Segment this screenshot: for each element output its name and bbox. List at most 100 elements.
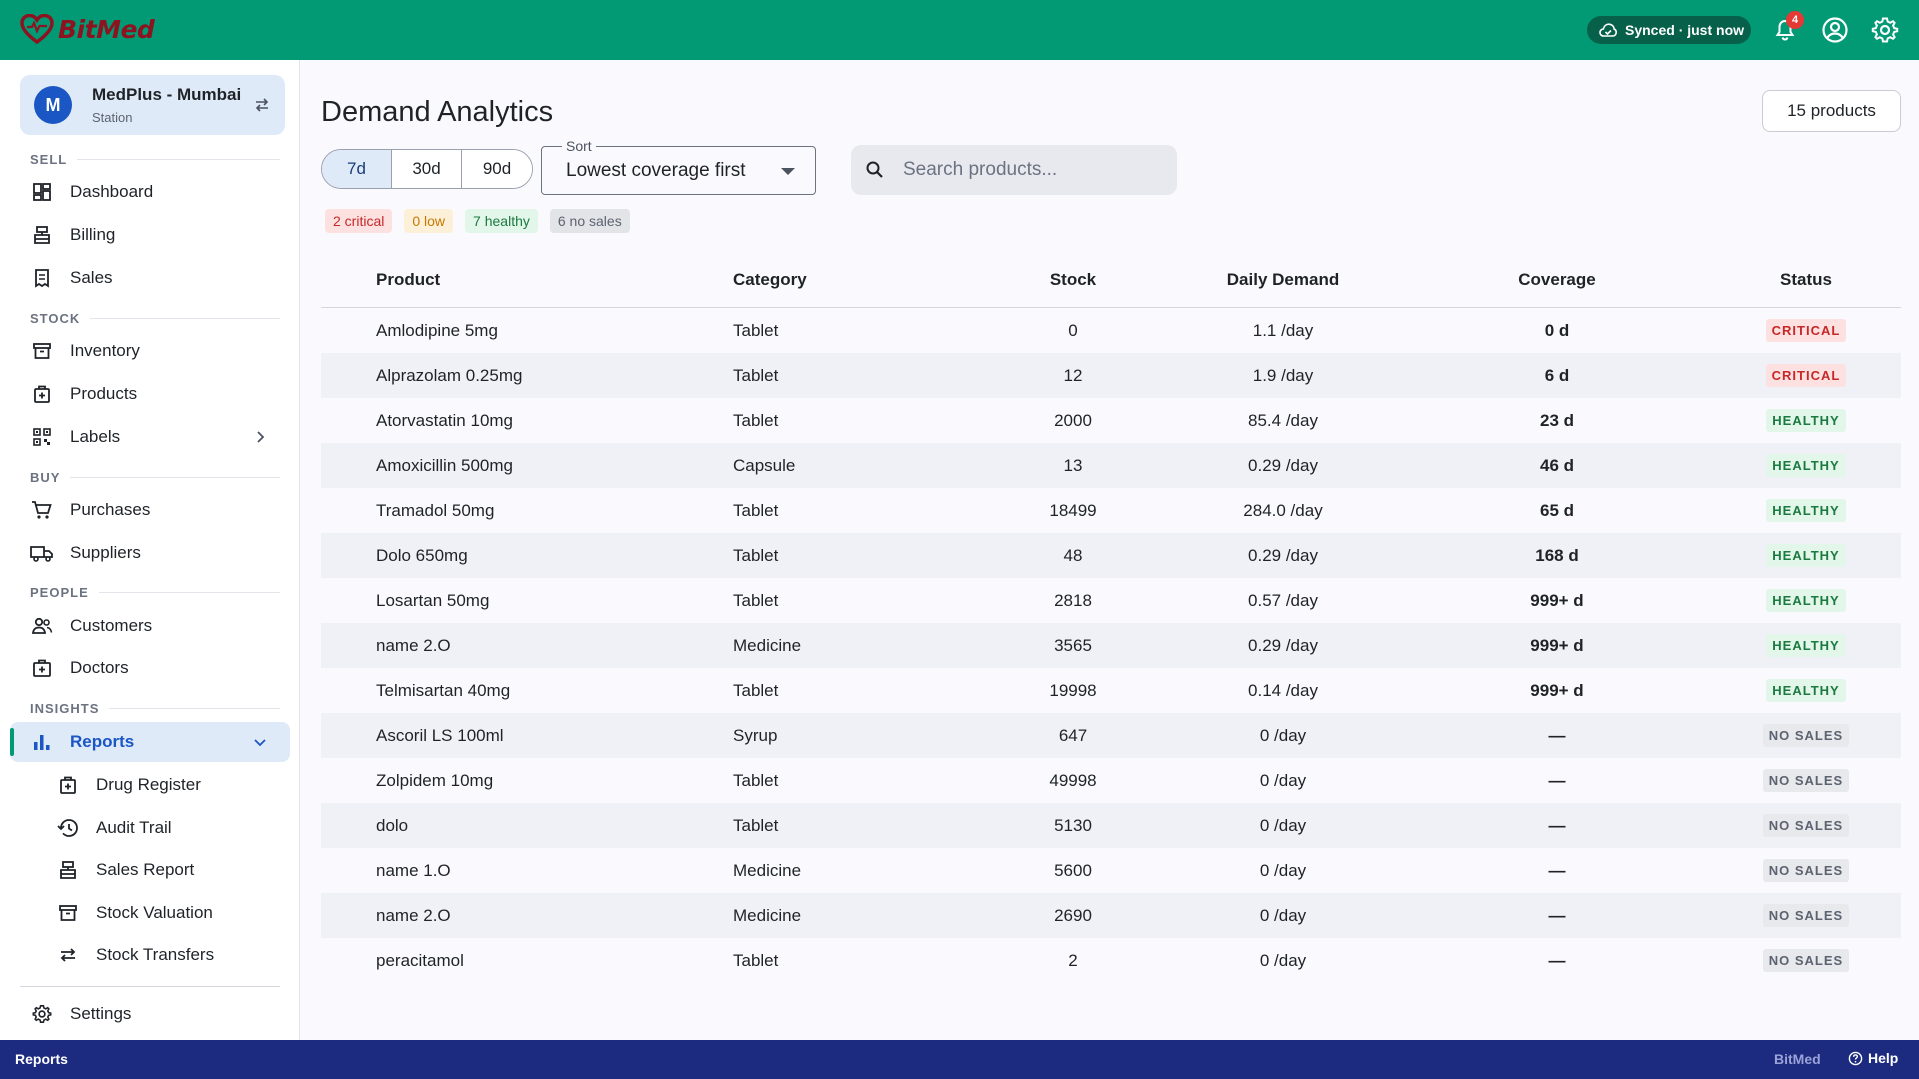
- category-cell: Capsule: [733, 455, 796, 475]
- help-circle-icon: [1848, 1051, 1863, 1065]
- coverage-cell: —: [1548, 905, 1566, 925]
- inventory-box-icon: [30, 339, 54, 363]
- daily-demand-cell: 85.4 /day: [1248, 410, 1318, 430]
- station-name: MedPlus - Mumbai: [92, 85, 242, 104]
- status-badge: HEALTHY: [1766, 634, 1846, 657]
- daily-demand-cell: 0.57 /day: [1248, 590, 1318, 610]
- sidebar-item-stock-valuation[interactable]: Stock Valuation: [20, 893, 290, 933]
- table-row[interactable]: Amoxicillin 500mg Capsule 13 0.29 /day 46 d H…: [321, 443, 1901, 488]
- sidebar-item-labels[interactable]: Labels: [20, 417, 290, 457]
- table-row[interactable]: name 1.O Medicine 5600 0 /day — NO SALES: [321, 848, 1901, 893]
- product-count-button[interactable]: 15 products: [1762, 90, 1901, 132]
- table-row[interactable]: Atorvastatin 10mg Tablet 2000 85.4 /day 23 d…: [321, 398, 1901, 443]
- notification-count-badge: 4: [1786, 11, 1804, 29]
- section-buy: BUY: [30, 470, 280, 485]
- range-7d-button[interactable]: 7d: [322, 150, 392, 188]
- category-cell: Tablet: [733, 680, 779, 700]
- table-row[interactable]: Ascoril LS 100ml Syrup 647 0 /day — NO SALES: [321, 713, 1901, 758]
- sidebar-item-billing[interactable]: Billing: [20, 215, 290, 255]
- sidebar-item-settings[interactable]: Settings: [20, 994, 290, 1034]
- table-row[interactable]: name 2.O Medicine 2690 0 /day — NO SALES: [321, 893, 1901, 938]
- critical-count-chip[interactable]: 2 critical: [325, 209, 393, 233]
- daily-demand-cell: 0 /day: [1259, 815, 1307, 835]
- column-header-category[interactable]: Category: [733, 270, 983, 290]
- sidebar-item-sales[interactable]: Sales: [20, 258, 290, 298]
- brand-label: BitMed: [1774, 1051, 1821, 1067]
- no-sales-count-chip[interactable]: 6 no sales: [549, 209, 630, 233]
- section-people: PEOPLE: [30, 585, 280, 600]
- coverage-cell: 999+ d: [1530, 680, 1584, 700]
- coverage-cell: 168 d: [1535, 545, 1579, 565]
- stock-cell: 48: [1063, 545, 1083, 565]
- status-badge: NO SALES: [1762, 859, 1850, 882]
- sidebar-item-products[interactable]: Products: [20, 374, 290, 414]
- healthy-count-chip[interactable]: 7 healthy: [465, 209, 538, 233]
- search-input[interactable]: [903, 159, 1143, 181]
- sidebar-item-inventory[interactable]: Inventory: [20, 331, 290, 371]
- table-row[interactable]: Amlodipine 5mg Tablet 0 1.1 /day 0 d CRITICAL: [321, 308, 1901, 353]
- sort-select[interactable]: Sort Lowest coverage first: [541, 138, 816, 195]
- account-button[interactable]: [1820, 15, 1850, 45]
- table-row[interactable]: peracitamol Tablet 2 0 /day — NO SALES: [321, 938, 1901, 983]
- stock-cell: 13: [1063, 455, 1083, 475]
- category-cell: Medicine: [733, 905, 802, 925]
- sidebar-item-doctors[interactable]: Doctors: [20, 648, 290, 688]
- coverage-cell: —: [1548, 860, 1566, 880]
- station-switcher[interactable]: M MedPlus - Mumbai Station: [20, 75, 285, 135]
- status-cell: HEALTHY: [1711, 409, 1901, 432]
- help-button[interactable]: Help: [1848, 1050, 1898, 1066]
- sidebar-item-customers[interactable]: Customers: [20, 606, 290, 646]
- product-cell: Zolpidem 10mg: [376, 770, 494, 790]
- range-90d-button[interactable]: 90d: [462, 150, 532, 188]
- sidebar-item-stock-transfers[interactable]: Stock Transfers: [20, 935, 290, 975]
- sidebar-item-reports[interactable]: Reports: [10, 722, 290, 762]
- low-count-chip[interactable]: 0 low: [404, 209, 454, 233]
- swap-horizontal-icon: [56, 943, 80, 967]
- settings-button[interactable]: [1870, 15, 1900, 45]
- product-cell: dolo: [376, 815, 409, 835]
- table-row[interactable]: Dolo 650mg Tablet 48 0.29 /day 168 d HEALTHY: [321, 533, 1901, 578]
- medical-bag-icon: [56, 773, 80, 797]
- column-header-product[interactable]: Product: [321, 270, 733, 290]
- people-icon: [30, 614, 54, 638]
- table-row[interactable]: Zolpidem 10mg Tablet 49998 0 /day — NO SALES: [321, 758, 1901, 803]
- cloud-sync-icon: [1599, 23, 1617, 37]
- stock-cell: 3565: [1054, 635, 1092, 655]
- sync-status-badge[interactable]: Synced · just now: [1587, 16, 1751, 44]
- sidebar-item-sales-report[interactable]: Sales Report: [20, 850, 290, 890]
- qr-code-icon: [30, 425, 54, 449]
- column-header-daily-demand[interactable]: Daily Demand: [1163, 270, 1403, 290]
- column-header-stock[interactable]: Stock: [983, 270, 1163, 290]
- search-field[interactable]: [851, 145, 1177, 195]
- sidebar-item-audit-trail[interactable]: Audit Trail: [20, 808, 290, 848]
- stock-cell: 0: [1068, 320, 1078, 340]
- table-row[interactable]: Tramadol 50mg Tablet 18499 284.0 /day 65 d HE…: [321, 488, 1901, 533]
- swap-icon[interactable]: [253, 96, 271, 114]
- daily-demand-cell: 0 /day: [1259, 770, 1307, 790]
- station-type: Station: [92, 110, 133, 125]
- sidebar-item-purchases[interactable]: Purchases: [20, 490, 290, 530]
- cash-register-icon: [30, 223, 54, 247]
- table-row[interactable]: name 2.O Medicine 3565 0.29 /day 999+ d HEALT…: [321, 623, 1901, 668]
- coverage-cell: 999+ d: [1530, 590, 1584, 610]
- status-cell: NO SALES: [1711, 814, 1901, 837]
- table-row[interactable]: dolo Tablet 5130 0 /day — NO SALES: [321, 803, 1901, 848]
- app-logo[interactable]: BitMed: [20, 14, 155, 44]
- sidebar-item-suppliers[interactable]: Suppliers: [20, 533, 290, 573]
- column-header-status[interactable]: Status: [1711, 270, 1901, 290]
- table-row[interactable]: Telmisartan 40mg Tablet 19998 0.14 /day 999+…: [321, 668, 1901, 713]
- sidebar-item-drug-register[interactable]: Drug Register: [20, 765, 290, 805]
- stock-cell: 19998: [1049, 680, 1097, 700]
- top-bar: BitMed Synced · just now 4: [0, 0, 1919, 60]
- status-badge: HEALTHY: [1766, 454, 1846, 477]
- table-row[interactable]: Alprazolam 0.25mg Tablet 12 1.9 /day 6 d CRIT…: [321, 353, 1901, 398]
- sidebar-item-dashboard[interactable]: Dashboard: [20, 172, 290, 212]
- column-header-coverage[interactable]: Coverage: [1403, 270, 1711, 290]
- status-cell: CRITICAL: [1711, 364, 1901, 387]
- status-badge: NO SALES: [1762, 949, 1850, 972]
- category-cell: Tablet: [733, 770, 779, 790]
- table-row[interactable]: Losartan 50mg Tablet 2818 0.57 /day 999+ d HE…: [321, 578, 1901, 623]
- notifications-button[interactable]: 4: [1770, 11, 1804, 45]
- category-cell: Tablet: [733, 410, 779, 430]
- range-30d-button[interactable]: 30d: [392, 150, 462, 188]
